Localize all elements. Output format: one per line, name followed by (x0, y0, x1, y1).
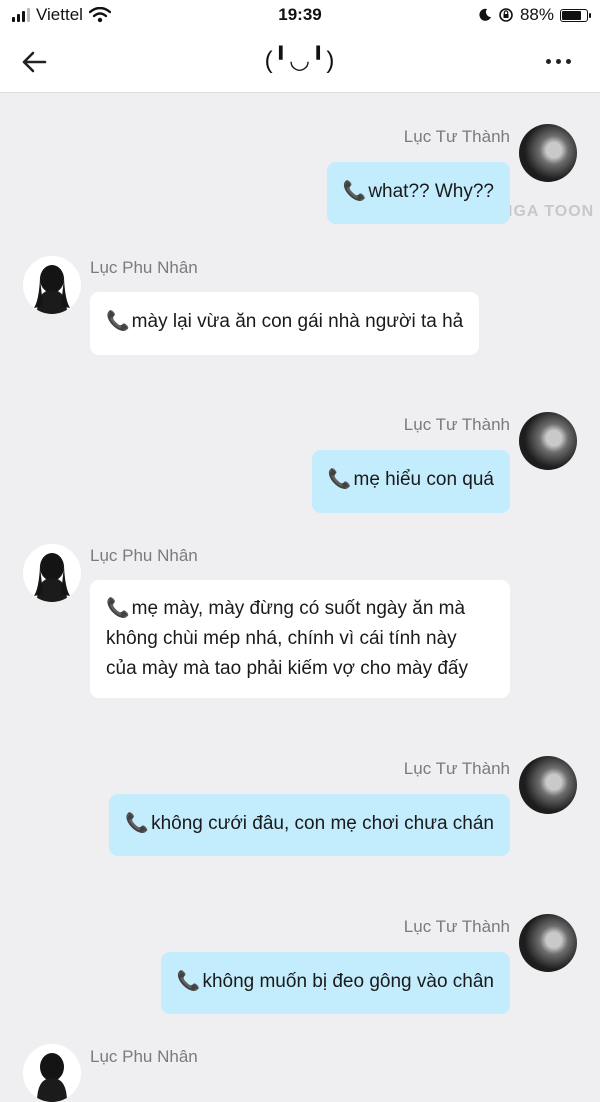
message-line: của mày mà tao phải kiếm vợ cho mày đấy (106, 658, 469, 679)
message-line: không chùi mép nhá, chính vì cái tính nà… (106, 628, 457, 649)
status-left: Viettel (12, 5, 111, 25)
avatar (519, 412, 577, 470)
avatar (23, 1044, 81, 1102)
sender-name: Lục Tư Thành (403, 759, 510, 778)
message-bubble[interactable]: 📞 mẹ hiểu con quá (311, 450, 510, 513)
avatar (519, 914, 577, 972)
battery-percent: 88% (519, 5, 554, 24)
chat-title: (╹◡╹) (264, 47, 336, 74)
phone-icon: 📞 (342, 181, 367, 202)
status-right: 88% (478, 5, 591, 25)
woman-silhouette-icon (37, 1053, 67, 1102)
message-bubble[interactable]: 📞 mẹ mày, mày đừng có suốt ngày ăn mà khô… (90, 580, 510, 698)
chat-header: (╹◡╹) (0, 32, 600, 93)
sender-name: Lục Phu Nhân (90, 258, 198, 277)
message-text: không muốn bị đeo gông vào chân (202, 971, 494, 992)
avatar (23, 256, 81, 314)
message-bubble[interactable]: 📞 what?? Why?? (326, 162, 510, 224)
woman-silhouette-icon (34, 553, 70, 602)
woman-silhouette-icon (34, 265, 70, 314)
more-dot-icon (545, 58, 551, 64)
message-bubble[interactable]: 📞 mày lại vừa ăn con gái nhà người ta hả (90, 292, 480, 355)
message-text: mẹ hiểu con quá (353, 469, 495, 490)
message-text: mẹ mày, mày đừng có suốt ngày ăn mà (131, 598, 466, 619)
message-text: mày lại vừa ăn con gái nhà người ta hả (131, 311, 464, 332)
wifi-icon (88, 7, 111, 23)
status-bar: Viettel 19:39 88% (0, 0, 600, 32)
message-text: không cưới đâu, con mẹ chơi chưa chán (151, 813, 494, 834)
phone-icon: 📞 (176, 971, 201, 992)
phone-icon: 📞 (327, 469, 352, 490)
battery-fill (562, 10, 582, 20)
more-dot-icon (565, 58, 571, 64)
sender-name: Lục Phu Nhân (90, 546, 198, 565)
more-dot-icon (555, 58, 561, 64)
more-options-button[interactable] (538, 46, 578, 76)
message-line: 📞 mẹ mày, mày đừng có suốt ngày ăn mà (106, 594, 494, 624)
message-bubble[interactable]: 📞 không muốn bị đeo gông vào chân (160, 952, 510, 1014)
sender-name: Lục Tư Thành (403, 415, 510, 434)
moon-icon (479, 8, 491, 21)
phone-icon: 📞 (106, 598, 130, 619)
message-text: what?? Why?? (368, 181, 494, 202)
avatar (23, 544, 81, 602)
message-bubble[interactable]: 📞 không cưới đâu, con mẹ chơi chưa chán (109, 794, 510, 856)
sender-name: Lục Phu Nhân (90, 1047, 198, 1066)
phone-icon: 📞 (125, 813, 150, 834)
battery-icon (560, 8, 591, 22)
sender-name: Lục Tư Thành (403, 127, 510, 146)
orientation-lock-icon (499, 8, 513, 22)
phone-icon: 📞 (106, 311, 130, 332)
signal-icon (12, 8, 30, 22)
carrier-label: Viettel (36, 5, 83, 24)
avatar (519, 124, 577, 182)
sender-name: Lục Tư Thành (403, 917, 510, 936)
avatar (519, 756, 577, 814)
